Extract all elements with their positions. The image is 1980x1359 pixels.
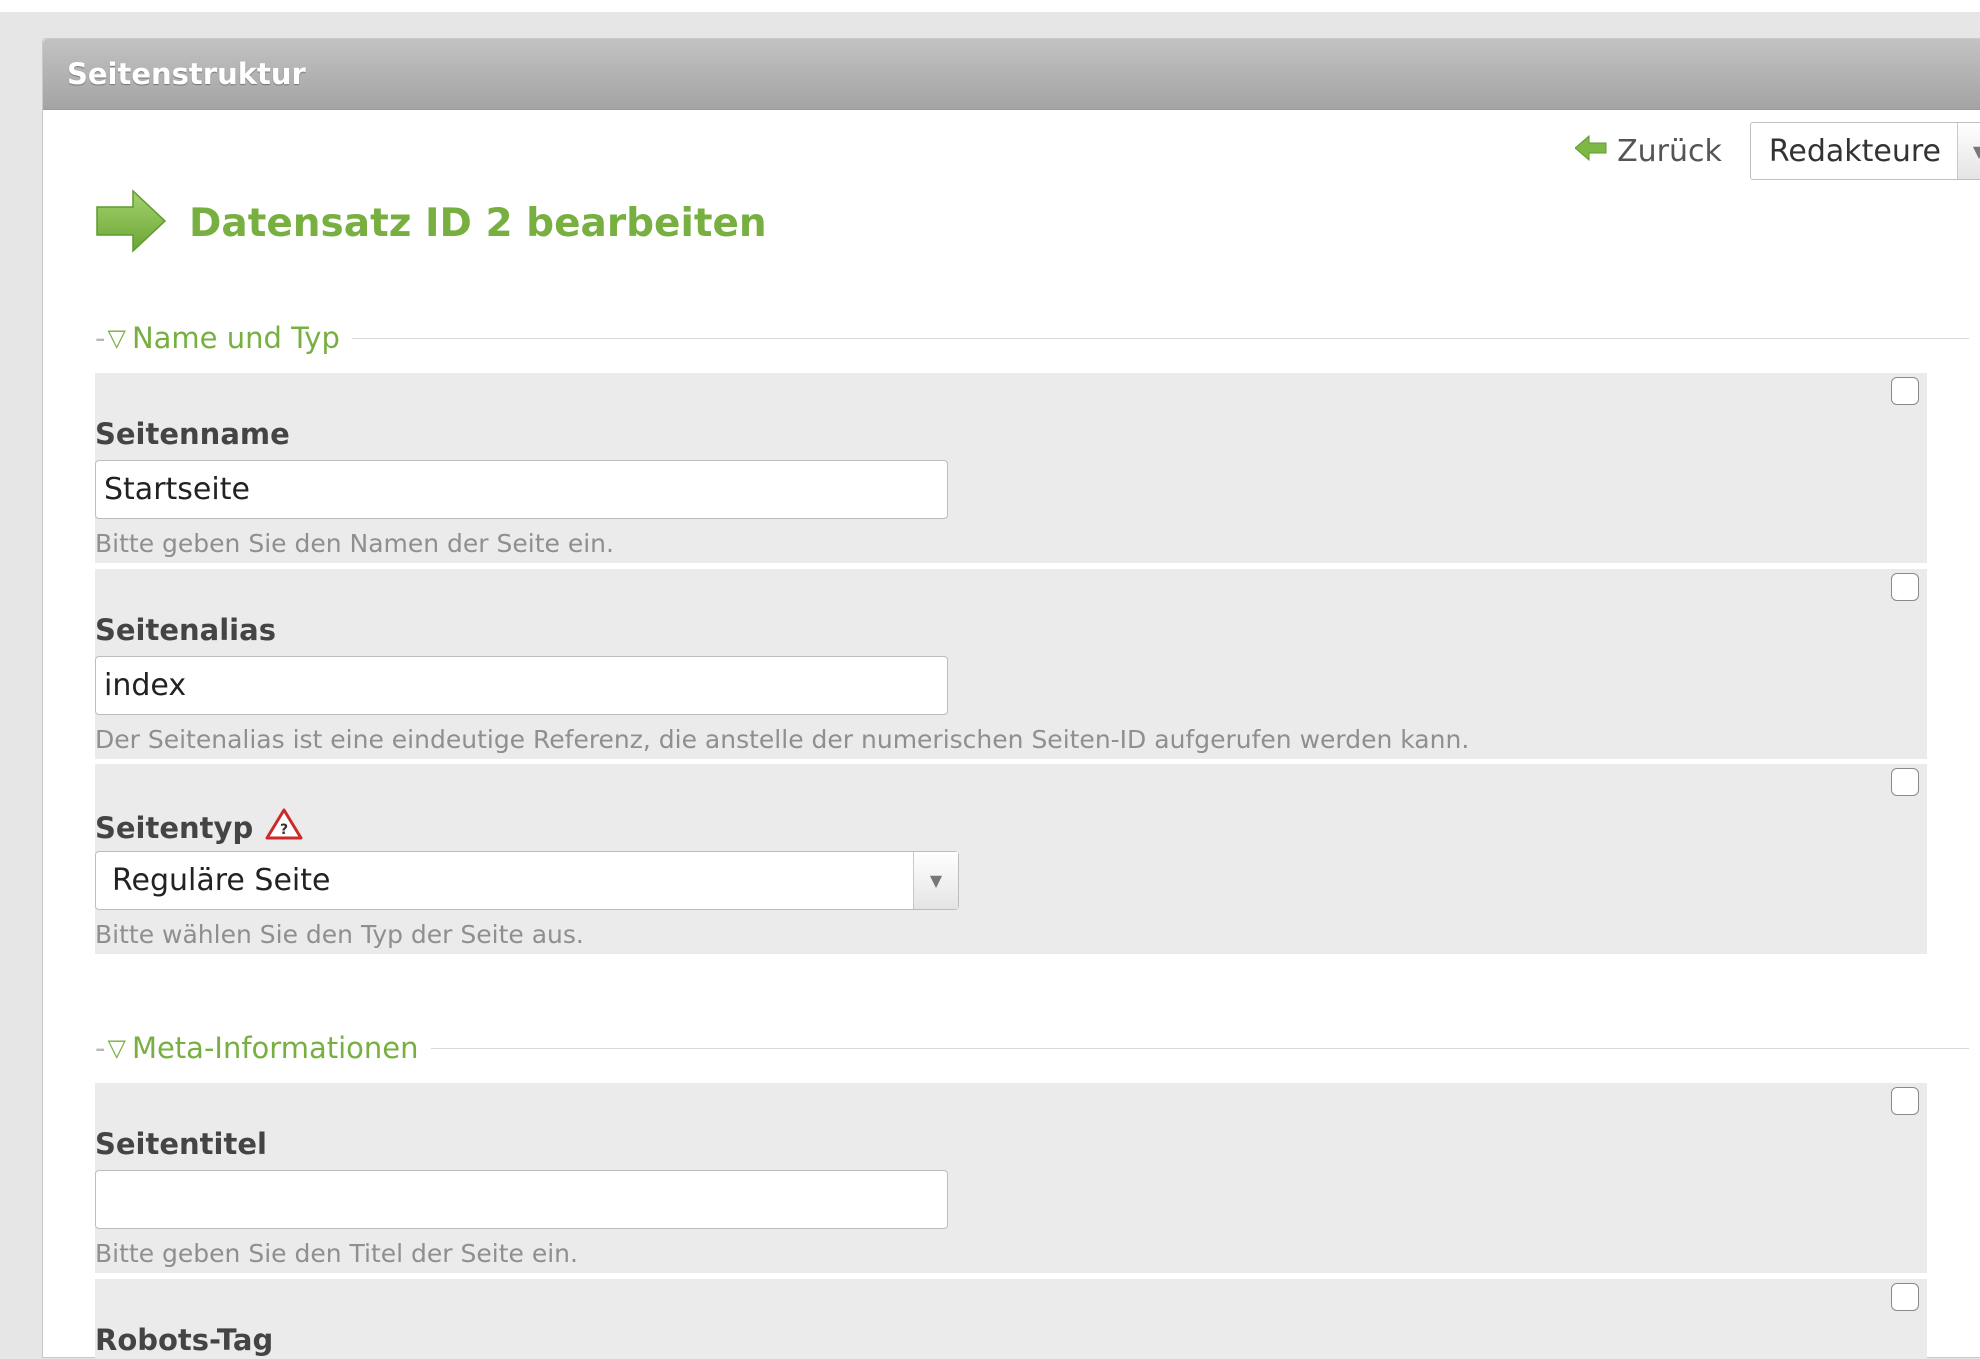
field-label: Seitenname [95, 417, 290, 451]
row-checkbox[interactable] [1891, 768, 1919, 796]
field-label-wrap: Seitentyp ? [95, 808, 303, 847]
legend-meta-informationen[interactable]: - ▽ Meta-Informationen [95, 1031, 1969, 1065]
legend-label: Meta-Informationen [131, 1031, 419, 1065]
triangle-down-icon: ▽ [107, 324, 126, 352]
field-row-seitentyp: Seitentyp ? Reguläre Seite ▼ Bitte wähle… [95, 764, 1927, 954]
back-link[interactable]: Zurück [1574, 133, 1722, 169]
field-label: Seitentitel [95, 1127, 267, 1161]
field-help: Bitte wählen Sie den Typ der Seite aus. [95, 920, 584, 949]
seitentyp-select[interactable]: Reguläre Seite ▼ [95, 851, 959, 910]
toolbar: Zurück Redakteure ▼ [1574, 121, 1980, 181]
field-label: Seitentyp [95, 810, 254, 845]
field-help: Bitte geben Sie den Namen der Seite ein. [95, 529, 614, 558]
panel-header: Seitenstruktur [43, 39, 1980, 110]
page-title-text: Datensatz ID 2 bearbeiten [189, 200, 767, 246]
page-title: Datensatz ID 2 bearbeiten [95, 189, 767, 257]
legend-divider [430, 1047, 1969, 1049]
legend-name-und-typ[interactable]: - ▽ Name und Typ [95, 321, 1969, 355]
field-row-seitenname: Seitenname Bitte geben Sie den Namen der… [95, 373, 1927, 563]
row-checkbox[interactable] [1891, 1087, 1919, 1115]
triangle-down-icon: ▽ [107, 1034, 126, 1062]
main-panel: Seitenstruktur Zurück Redakteure ▼ Daten… [42, 38, 1980, 1359]
panel-header-title: Seitenstruktur [67, 57, 306, 91]
field-label: Robots-Tag [95, 1323, 274, 1357]
chevron-down-icon: ▼ [913, 852, 958, 909]
row-checkbox[interactable] [1891, 1283, 1919, 1311]
editor-group-select-value: Redakteure [1768, 133, 1941, 169]
legend-label: Name und Typ [131, 321, 340, 355]
arrow-right-icon [95, 189, 167, 257]
field-row-robots: Robots-Tag [95, 1279, 1927, 1359]
field-row-seitentitel: Seitentitel Bitte geben Sie den Titel de… [95, 1083, 1927, 1273]
editor-group-select[interactable]: Redakteure ▼ [1749, 122, 1980, 180]
arrow-left-icon [1574, 134, 1607, 169]
row-checkbox[interactable] [1891, 573, 1919, 601]
legend-divider [351, 337, 1969, 339]
warning-icon: ? [265, 808, 303, 847]
seitenalias-input[interactable] [95, 656, 948, 715]
seitenname-input[interactable] [95, 460, 948, 519]
svg-text:?: ? [280, 822, 288, 838]
chevron-down-icon: ▼ [1957, 123, 1980, 179]
field-label: Seitenalias [95, 613, 276, 647]
top-strip [0, 0, 1980, 12]
field-help: Der Seitenalias ist eine eindeutige Refe… [95, 725, 1470, 754]
field-help: Bitte geben Sie den Titel der Seite ein. [95, 1239, 578, 1268]
back-link-label: Zurück [1617, 133, 1722, 169]
field-row-seitenalias: Seitenalias Der Seitenalias ist eine ein… [95, 569, 1927, 759]
row-checkbox[interactable] [1891, 377, 1919, 405]
seitentyp-select-value: Reguläre Seite [112, 863, 331, 898]
seitentitel-input[interactable] [95, 1170, 948, 1229]
